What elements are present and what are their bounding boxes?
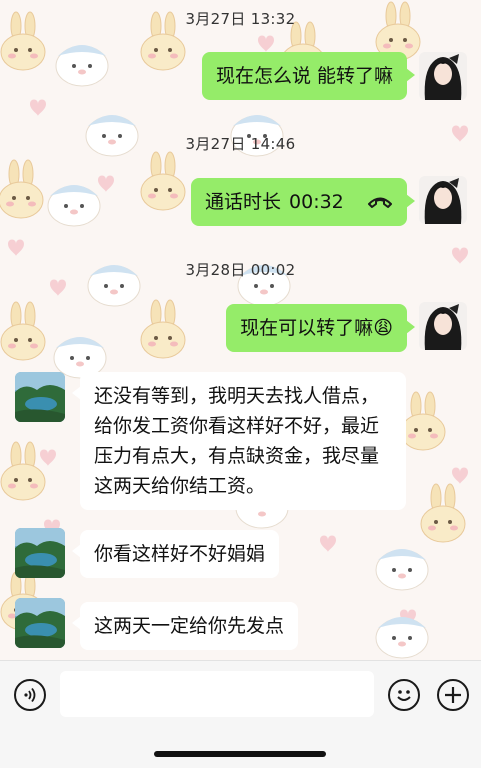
my-avatar[interactable] xyxy=(419,52,467,100)
plus-icon xyxy=(445,687,461,703)
contact-avatar[interactable] xyxy=(15,528,65,578)
avatar-image xyxy=(15,598,65,648)
contact-avatar[interactable] xyxy=(15,372,65,422)
message-input[interactable] xyxy=(60,671,374,717)
my-avatar[interactable] xyxy=(419,302,467,350)
call-record-bubble[interactable]: 通话时长 00:32 xyxy=(191,178,415,226)
home-indicator xyxy=(154,751,326,757)
voice-icon xyxy=(24,687,36,703)
contact-message-bubble[interactable]: 这两天一定给你先发点 xyxy=(71,602,299,650)
avatar-image xyxy=(15,372,65,422)
hangup-phone-icon xyxy=(367,195,393,209)
timestamp: 3月27日 13:32 xyxy=(185,10,296,28)
avatar-image xyxy=(419,176,467,224)
contact-message-bubble[interactable]: 还没有等到，我明天去找人借点，给你发工资你看这样好不好，最近压力有点大，有点缺资… xyxy=(72,372,406,510)
contact-message-bubble[interactable]: 你看这样好不好娟娟 xyxy=(71,530,280,578)
call-label: 通话时长 xyxy=(205,191,282,213)
avatar-image xyxy=(15,528,65,578)
my-message-bubble[interactable]: 现在怎么说 能转了嘛 xyxy=(201,52,416,100)
emoji-button[interactable] xyxy=(388,679,420,711)
avatar-image xyxy=(419,302,467,350)
call-duration: 00:32 xyxy=(289,191,344,213)
emoji-icon xyxy=(397,690,411,701)
avatar-image xyxy=(419,52,467,100)
my-avatar[interactable] xyxy=(419,176,467,224)
message-text: 现在怎么说 能转了嘛 xyxy=(215,65,393,87)
message-text: 还没有等到，我明天去找人借点，给你发工资你看这样好不好，最近压力有点大，有点缺资… xyxy=(94,385,380,497)
message-text: 现在可以转了嘛 xyxy=(240,317,374,339)
voice-input-button[interactable] xyxy=(14,679,46,711)
timestamp: 3月28日 00:02 xyxy=(185,261,296,279)
message-text: 这两天一定给你先发点 xyxy=(94,615,285,637)
more-plus-button[interactable] xyxy=(437,679,469,711)
message-text: 你看这样好不好娟娟 xyxy=(94,543,266,565)
contact-avatar[interactable] xyxy=(15,598,65,648)
timestamp: 3月27日 14:46 xyxy=(185,135,296,153)
weary-face-emoji-icon: 😩 xyxy=(373,317,393,339)
my-message-bubble[interactable]: 现在可以转了嘛😩 xyxy=(226,304,415,352)
